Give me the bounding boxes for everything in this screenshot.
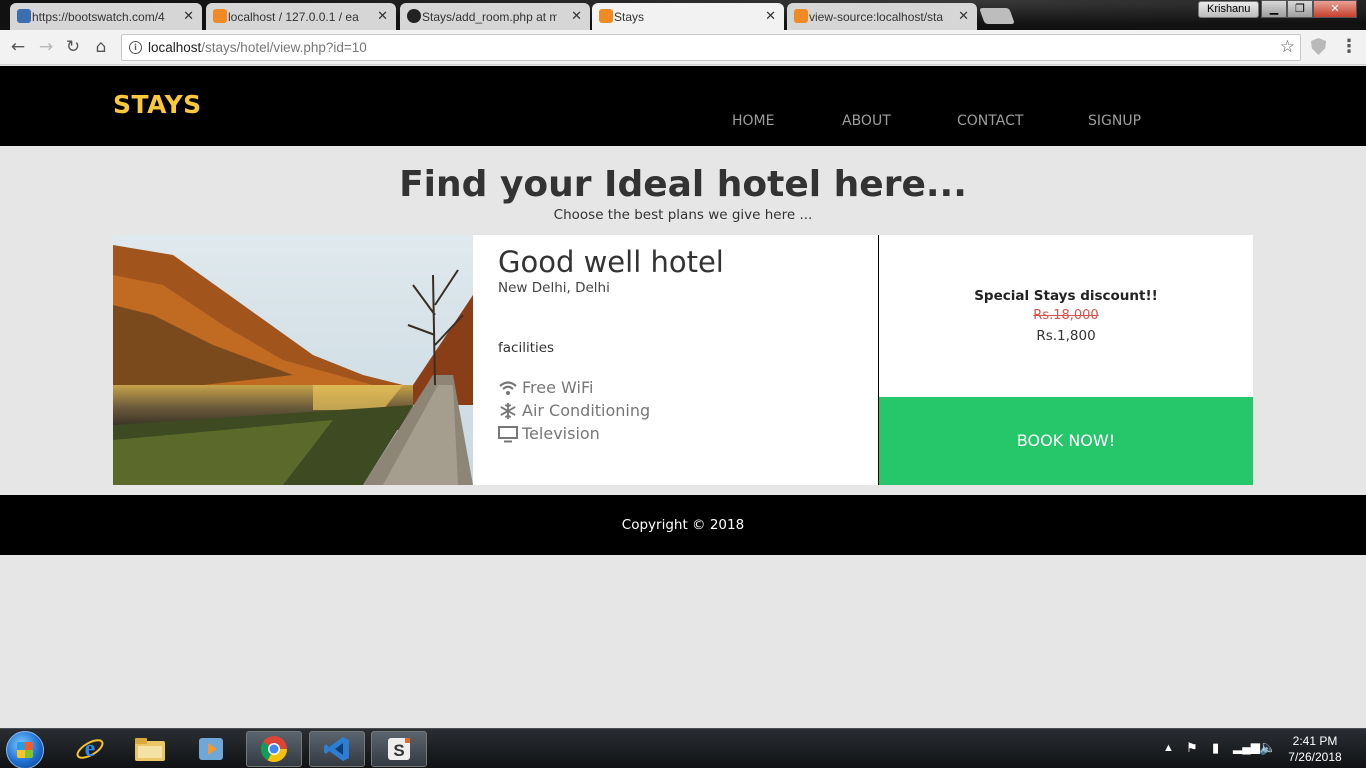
url-host: localhost <box>148 40 202 55</box>
action-center-flag-icon[interactable]: ⚑ <box>1186 740 1198 756</box>
discount-label: Special Stays discount!! <box>974 288 1158 304</box>
taskbar-sublime[interactable]: S <box>371 731 427 767</box>
site-brand-logo[interactable]: STAYS <box>113 90 202 119</box>
facility-label: Air Conditioning <box>522 401 651 420</box>
info-icon[interactable]: i <box>129 41 142 54</box>
browser-tab-phpmyadmin[interactable]: localhost / 127.0.0.1 / ea ✕ <box>206 3 396 30</box>
nav-link-signup[interactable]: SIGNUP <box>1088 113 1141 129</box>
new-tab-button[interactable] <box>979 8 1015 24</box>
hotel-name: Good well hotel <box>498 245 724 279</box>
wifi-icon <box>499 380 517 395</box>
clock-date: 7/26/2018 <box>1288 750 1342 764</box>
profile-button[interactable]: Krishanu <box>1198 1 1260 18</box>
facility-label: Free WiFi <box>522 378 594 397</box>
close-tab-icon[interactable]: ✕ <box>183 8 194 24</box>
close-tab-icon[interactable]: ✕ <box>958 8 969 24</box>
svg-text:S: S <box>393 741 404 760</box>
browser-tab-strip: https://bootswatch.com/4 ✕ localhost / 1… <box>0 0 1366 30</box>
taskbar-chrome[interactable] <box>246 731 302 767</box>
windows-logo-icon <box>17 742 33 758</box>
url-path: /stays/hotel/view.php?id=10 <box>201 40 367 55</box>
browser-tab-stays[interactable]: Stays ✕ <box>592 3 784 30</box>
original-price: Rs.18,000 <box>1033 308 1099 323</box>
clock-time: 2:41 PM <box>1292 734 1338 748</box>
volume-icon[interactable]: 🔈 <box>1259 739 1276 756</box>
battery-icon[interactable]: ▮ <box>1212 740 1219 756</box>
minimize-button[interactable]: ▁ <box>1261 0 1287 18</box>
reload-icon[interactable]: ↻ <box>62 36 84 58</box>
maximize-button[interactable]: ❐ <box>1287 0 1313 18</box>
site-footer: Copyright © 2018 <box>0 495 1366 555</box>
facility-item: Free WiFi <box>498 378 593 397</box>
extension-shield-icon[interactable] <box>1311 38 1326 55</box>
system-clock[interactable]: 2:41 PM 7/26/2018 <box>1284 733 1346 765</box>
browser-menu-icon[interactable]: ⋮ <box>1340 36 1358 57</box>
taskbar-media-player[interactable] <box>183 731 239 767</box>
vscode-icon <box>324 737 349 761</box>
tab-label: https://bootswatch.com/4 <box>32 9 165 24</box>
browser-tab-bootswatch[interactable]: https://bootswatch.com/4 ✕ <box>10 3 202 30</box>
tab-label: Stays/add_room.php at m <box>422 9 557 24</box>
site-navbar: STAYS HOME ABOUT CONTACT SIGNUP <box>0 66 1366 146</box>
browser-tab-view-source[interactable]: view-source:localhost/sta ✕ <box>787 3 977 30</box>
page-subtitle: Choose the best plans we give here ... <box>553 207 813 223</box>
hotel-card: Good well hotel New Delhi, Delhi facilit… <box>113 235 1253 485</box>
media-player-icon <box>199 738 223 760</box>
chrome-icon <box>260 736 288 763</box>
folder-icon <box>135 738 165 761</box>
facility-item: Television <box>498 424 600 443</box>
windows-taskbar: e S ▲ ⚑ ▮ ▂▄▆ 🔈 2:41 PM 7/26/2018 <box>0 728 1366 768</box>
bootswatch-favicon-icon <box>17 9 31 23</box>
start-button[interactable] <box>6 731 44 768</box>
pricing-panel: Special Stays discount!! Rs.18,000 Rs.1,… <box>878 235 1253 485</box>
home-icon[interactable]: ⌂ <box>90 36 112 58</box>
facilities-heading: facilities <box>498 340 555 356</box>
tab-label: localhost / 127.0.0.1 / ea <box>228 9 359 24</box>
hotel-photo <box>113 235 473 485</box>
taskbar-file-explorer[interactable] <box>122 731 178 767</box>
autumn-lake-landscape-image <box>113 235 473 485</box>
forward-arrow-icon[interactable]: → <box>35 36 57 58</box>
browser-toolbar: ← → ↻ ⌂ i localhost/stays/hotel/view.php… <box>0 30 1366 65</box>
xampp-favicon-icon <box>599 9 613 23</box>
bookmark-star-icon[interactable]: ☆ <box>1280 37 1295 57</box>
nav-link-about[interactable]: ABOUT <box>842 113 891 129</box>
discounted-price: Rs.1,800 <box>1036 328 1096 344</box>
network-signal-icon[interactable]: ▂▄▆ <box>1233 740 1260 754</box>
sublime-text-icon: S <box>388 738 410 760</box>
internet-explorer-icon: e <box>76 736 104 762</box>
github-favicon-icon <box>407 9 421 23</box>
hotel-location: New Delhi, Delhi <box>498 280 610 296</box>
snowflake-icon <box>500 402 516 419</box>
taskbar-vscode[interactable] <box>309 731 365 767</box>
book-now-button[interactable]: BOOK NOW! <box>879 397 1253 485</box>
hotel-details: Good well hotel New Delhi, Delhi facilit… <box>473 235 878 485</box>
nav-link-home[interactable]: HOME <box>732 113 774 129</box>
tab-label: view-source:localhost/sta <box>809 9 944 24</box>
television-icon <box>498 425 518 442</box>
browser-tab-github[interactable]: Stays/add_room.php at m ✕ <box>400 3 590 30</box>
back-arrow-icon[interactable]: ← <box>7 36 29 58</box>
nav-link-contact[interactable]: CONTACT <box>957 113 1023 129</box>
address-bar[interactable]: i localhost/stays/hotel/view.php?id=10 ☆ <box>121 34 1301 61</box>
close-tab-icon[interactable]: ✕ <box>377 8 388 24</box>
tab-label: Stays <box>614 9 645 24</box>
copyright-text: Copyright © 2018 <box>621 517 745 533</box>
svg-text:e: e <box>85 736 96 762</box>
page-title: Find your Ideal hotel here... <box>399 164 967 205</box>
show-hidden-icons-icon[interactable]: ▲ <box>1163 742 1174 754</box>
phpmyadmin-favicon-icon <box>213 9 227 23</box>
facility-item: Air Conditioning <box>498 401 650 420</box>
close-window-button[interactable]: ✕ <box>1313 0 1357 18</box>
xampp-favicon-icon <box>794 9 808 23</box>
close-tab-icon[interactable]: ✕ <box>571 8 582 24</box>
taskbar-internet-explorer[interactable]: e <box>62 731 118 767</box>
facility-label: Television <box>522 424 600 443</box>
address-url[interactable]: localhost/stays/hotel/view.php?id=10 <box>148 40 367 55</box>
close-tab-icon[interactable]: ✕ <box>765 8 776 24</box>
